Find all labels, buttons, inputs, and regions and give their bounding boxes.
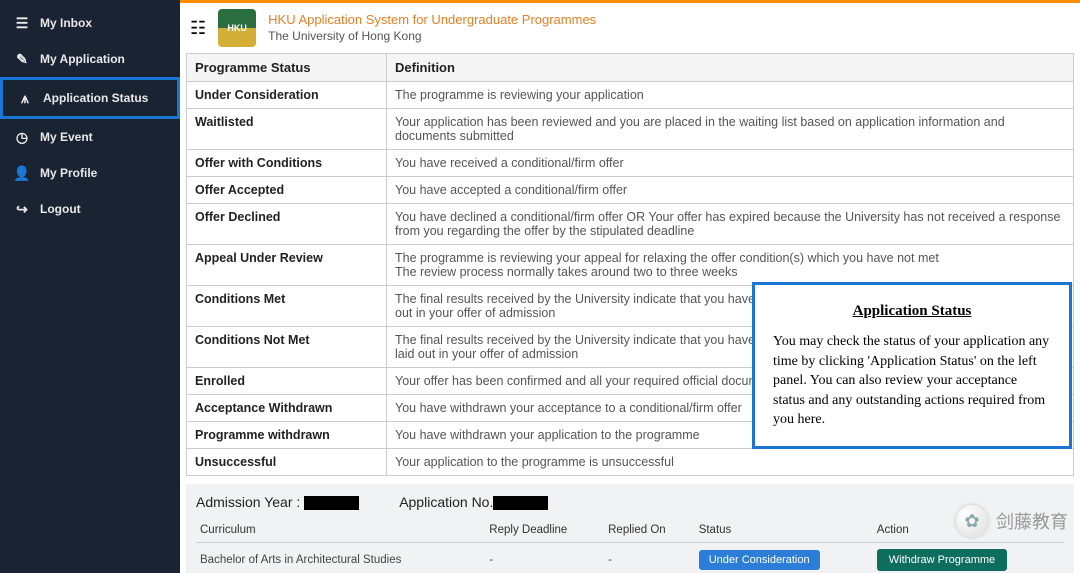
- col-reply-deadline: Reply Deadline: [485, 518, 604, 543]
- watermark: ✿ 剑藤教育: [956, 505, 1068, 537]
- cell-replied-on: -: [604, 543, 695, 573]
- status-row: Offer with ConditionsYou have received a…: [187, 150, 1074, 177]
- hamburger-icon[interactable]: ☷: [190, 18, 206, 39]
- header-titles: HKU Application System for Undergraduate…: [268, 12, 596, 44]
- status-row: Offer AcceptedYou have accepted a condit…: [187, 177, 1074, 204]
- status-cell: Under Consideration: [187, 82, 387, 109]
- status-row: UnsuccessfulYour application to the prog…: [187, 449, 1074, 476]
- cell-curriculum: Bachelor of Arts in Architectural Studie…: [196, 543, 485, 573]
- edit-icon: ✎: [14, 51, 30, 67]
- watermark-text: 剑藤教育: [996, 508, 1068, 534]
- pulse-icon: ⩚: [17, 90, 33, 106]
- sidebar-item-profile[interactable]: 👤 My Profile: [0, 155, 180, 191]
- status-cell: Offer Accepted: [187, 177, 387, 204]
- hku-logo: HKU: [218, 9, 256, 47]
- sidebar-item-label: My Application: [40, 52, 125, 66]
- sidebar-item-application[interactable]: ✎ My Application: [0, 41, 180, 77]
- status-badge: Under Consideration: [699, 550, 820, 570]
- programme-row: Bachelor of Arts in Architectural Studie…: [196, 543, 1064, 573]
- status-cell: Offer with Conditions: [187, 150, 387, 177]
- col-curriculum: Curriculum: [196, 518, 485, 543]
- help-title: Application Status: [773, 301, 1051, 322]
- sidebar-item-label: Logout: [40, 202, 81, 216]
- app-name: HKU Application System for Undergraduate…: [268, 12, 596, 29]
- definition-cell: You have received a conditional/firm off…: [387, 150, 1074, 177]
- logout-icon: ↪: [14, 201, 30, 217]
- definition-cell: Your application has been reviewed and y…: [387, 109, 1074, 150]
- definition-cell: The programme is reviewing your applicat…: [387, 82, 1074, 109]
- cell-reply-deadline: -: [485, 543, 604, 573]
- status-cell: Offer Declined: [187, 204, 387, 245]
- redacted-appno: [493, 496, 548, 510]
- sidebar: ☰ My Inbox ✎ My Application ⩚ Applicatio…: [0, 0, 180, 573]
- col-replied-on: Replied On: [604, 518, 695, 543]
- status-row: Appeal Under ReviewThe programme is revi…: [187, 245, 1074, 286]
- status-cell: Waitlisted: [187, 109, 387, 150]
- sidebar-item-label: My Event: [40, 130, 93, 144]
- sidebar-item-event[interactable]: ◷ My Event: [0, 119, 180, 155]
- application-no-label: Application No.: [399, 494, 493, 510]
- status-cell: Conditions Not Met: [187, 327, 387, 368]
- sidebar-item-application-status[interactable]: ⩚ Application Status: [0, 77, 180, 119]
- col-status: Status: [695, 518, 873, 543]
- status-cell: Programme withdrawn: [187, 422, 387, 449]
- definition-cell: You have accepted a conditional/firm off…: [387, 177, 1074, 204]
- definition-cell: Your application to the programme is uns…: [387, 449, 1074, 476]
- admission-year-label: Admission Year :: [196, 494, 300, 510]
- col-status-header: Programme Status: [187, 54, 387, 82]
- redacted-year: [304, 496, 359, 510]
- univ-name: The University of Hong Kong: [268, 29, 596, 45]
- sidebar-item-inbox[interactable]: ☰ My Inbox: [0, 5, 180, 41]
- definition-cell: The programme is reviewing your appeal f…: [387, 245, 1074, 286]
- status-row: Offer DeclinedYou have declined a condit…: [187, 204, 1074, 245]
- flower-icon: ✿: [956, 505, 988, 537]
- user-icon: 👤: [14, 165, 30, 181]
- status-row: Under ConsiderationThe programme is revi…: [187, 82, 1074, 109]
- sidebar-item-logout[interactable]: ↪ Logout: [0, 191, 180, 227]
- status-row: WaitlistedYour application has been revi…: [187, 109, 1074, 150]
- clock-icon: ◷: [14, 129, 30, 145]
- status-cell: Unsuccessful: [187, 449, 387, 476]
- help-popup: Application Status You may check the sta…: [752, 282, 1072, 449]
- sidebar-item-label: Application Status: [43, 91, 148, 105]
- status-cell: Appeal Under Review: [187, 245, 387, 286]
- programme-table: Curriculum Reply Deadline Replied On Sta…: [196, 518, 1064, 573]
- sidebar-item-label: My Inbox: [40, 16, 92, 30]
- status-cell: Enrolled: [187, 368, 387, 395]
- application-summary: Admission Year : Application No. Curricu…: [186, 484, 1074, 573]
- help-body: You may check the status of your applica…: [773, 332, 1051, 430]
- definition-cell: You have declined a conditional/firm off…: [387, 204, 1074, 245]
- admission-info: Admission Year : Application No.: [196, 494, 1064, 510]
- status-cell: Acceptance Withdrawn: [187, 395, 387, 422]
- status-cell: Conditions Met: [187, 286, 387, 327]
- withdraw-button[interactable]: Withdraw Programme: [877, 549, 1007, 571]
- col-definition-header: Definition: [387, 54, 1074, 82]
- sidebar-item-label: My Profile: [40, 166, 97, 180]
- page-header: ☷ HKU HKU Application System for Undergr…: [180, 3, 1080, 53]
- inbox-icon: ☰: [14, 15, 30, 31]
